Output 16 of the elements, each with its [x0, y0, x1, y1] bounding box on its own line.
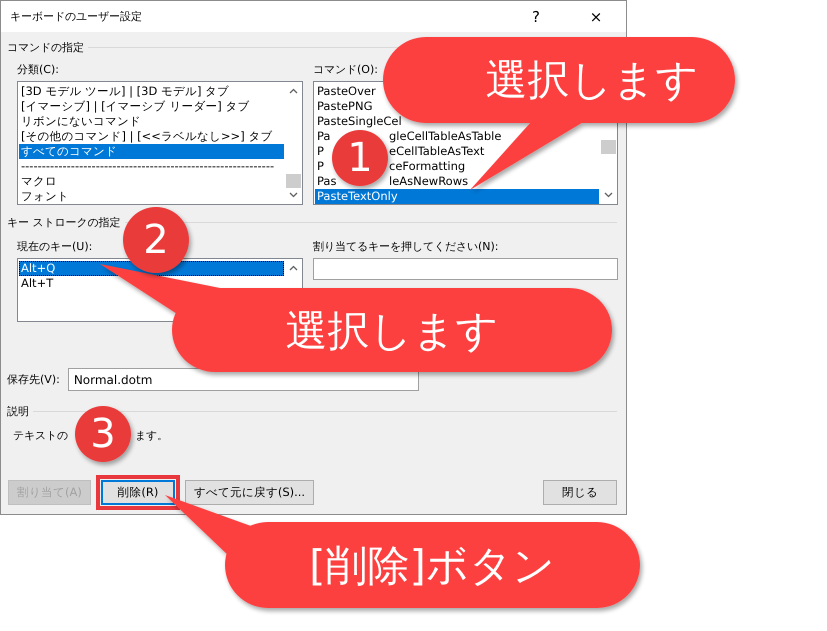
callout-text: 選択します: [286, 305, 498, 357]
section-title: 説明: [7, 404, 29, 418]
field-label: 割り当てるキーを押してください(N):: [313, 239, 500, 255]
section-title: コマンドの指定: [7, 40, 84, 54]
step-number: 3: [90, 411, 116, 457]
section-title: キー ストロークの指定: [7, 214, 120, 230]
window-title: キーボードのユーザー設定: [10, 9, 143, 24]
description-text: ます。: [135, 429, 168, 442]
field-label: 分類(C):: [17, 62, 60, 78]
callout-text: [削除]ボタン: [309, 540, 555, 592]
field-label: 保存先(V):: [7, 372, 60, 387]
step-number: 1: [347, 135, 373, 181]
field-label: 現在のキー(U):: [17, 239, 94, 255]
description-text: テキストの: [13, 429, 68, 442]
step-number: 2: [143, 217, 169, 263]
field-label: コマンド(O):: [313, 62, 379, 78]
